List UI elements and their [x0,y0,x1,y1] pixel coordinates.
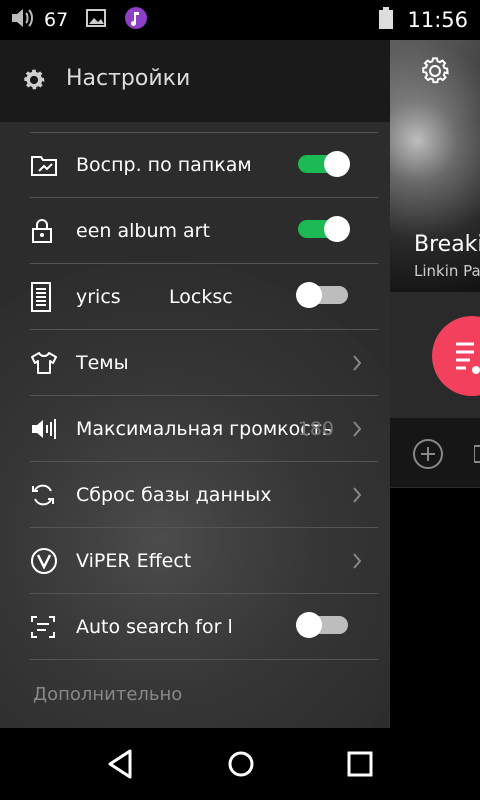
setting-lockscreen-album-art[interactable]: een album art [30,198,378,264]
chevron-right-icon [352,486,362,508]
action-bar [390,418,480,488]
album-art-toggle[interactable] [298,216,350,242]
setting-label: Auto search for l [76,615,233,638]
player-panel: Breaking Linkin Park [390,40,480,728]
setting-label: Темы [76,351,129,374]
setting-auto-search[interactable]: Auto search for l [30,594,378,660]
setting-folder-playback[interactable]: Воспр. по папкам [30,132,378,198]
setting-label: een album art [76,219,210,242]
album-art[interactable]: Breaking Linkin Park [390,40,480,292]
chevron-right-icon [352,420,362,442]
max-volume-value: 180 [297,417,334,440]
back-button[interactable] [106,748,134,784]
setting-label: ViPER Effect [76,549,192,572]
status-bar: 67 11:56 [0,0,480,40]
folder-play-icon [30,153,76,177]
chevron-right-icon [352,354,362,376]
auto-search-toggle[interactable] [296,612,348,638]
setting-label: Воспр. по папкам [76,154,252,176]
navigation-bar [0,728,480,800]
section-header-advanced: Дополнительно [33,684,183,705]
drawer-header: Настройки [0,40,390,122]
lyrics-icon [30,281,76,312]
setting-max-volume[interactable]: Максимальная громкость 180 [30,396,378,462]
image-icon [86,9,107,31]
playlist-fab-button[interactable] [432,316,480,396]
lyrics-lockscreen-toggle[interactable] [296,282,348,308]
setting-label: Сброс базы данных [76,483,272,506]
scan-icon [30,615,76,639]
setting-viper-effect[interactable]: ViPER Effect [30,528,378,594]
volume-max-icon [30,417,76,441]
home-button[interactable] [226,748,256,784]
drawer-title: Настройки [66,66,191,91]
settings-gear-icon [20,66,48,98]
setting-label: yrics Locksc [76,285,233,308]
lock-icon [30,218,76,244]
clock: 11:56 [407,8,468,32]
gear-icon[interactable] [418,54,452,92]
settings-drawer: Настройки Воспр. по папкам een album art… [0,40,390,728]
track-artist: Linkin Park [414,262,480,280]
settings-list: Воспр. по папкам een album art yrics Loc… [30,132,378,660]
setting-themes[interactable]: Темы [30,330,378,396]
tshirt-icon [30,351,76,375]
player-controls-area [390,292,480,418]
folder-playback-toggle[interactable] [298,151,350,177]
queue-icon[interactable] [473,444,480,468]
setting-label: Максимальная громкость [76,417,333,440]
battery-icon [379,7,394,33]
setting-lyrics-lockscreen[interactable]: yrics Locksc [30,264,378,330]
volume-icon [10,7,34,33]
track-title: Breaking [414,232,480,257]
setting-reset-database[interactable]: Сброс базы данных [30,462,378,528]
refresh-icon [30,482,76,508]
chevron-right-icon [352,552,362,574]
recents-button[interactable] [346,748,374,784]
add-circle-icon[interactable] [412,438,444,474]
viper-icon [30,547,76,575]
music-app-icon [124,6,148,34]
volume-level: 67 [44,9,69,31]
